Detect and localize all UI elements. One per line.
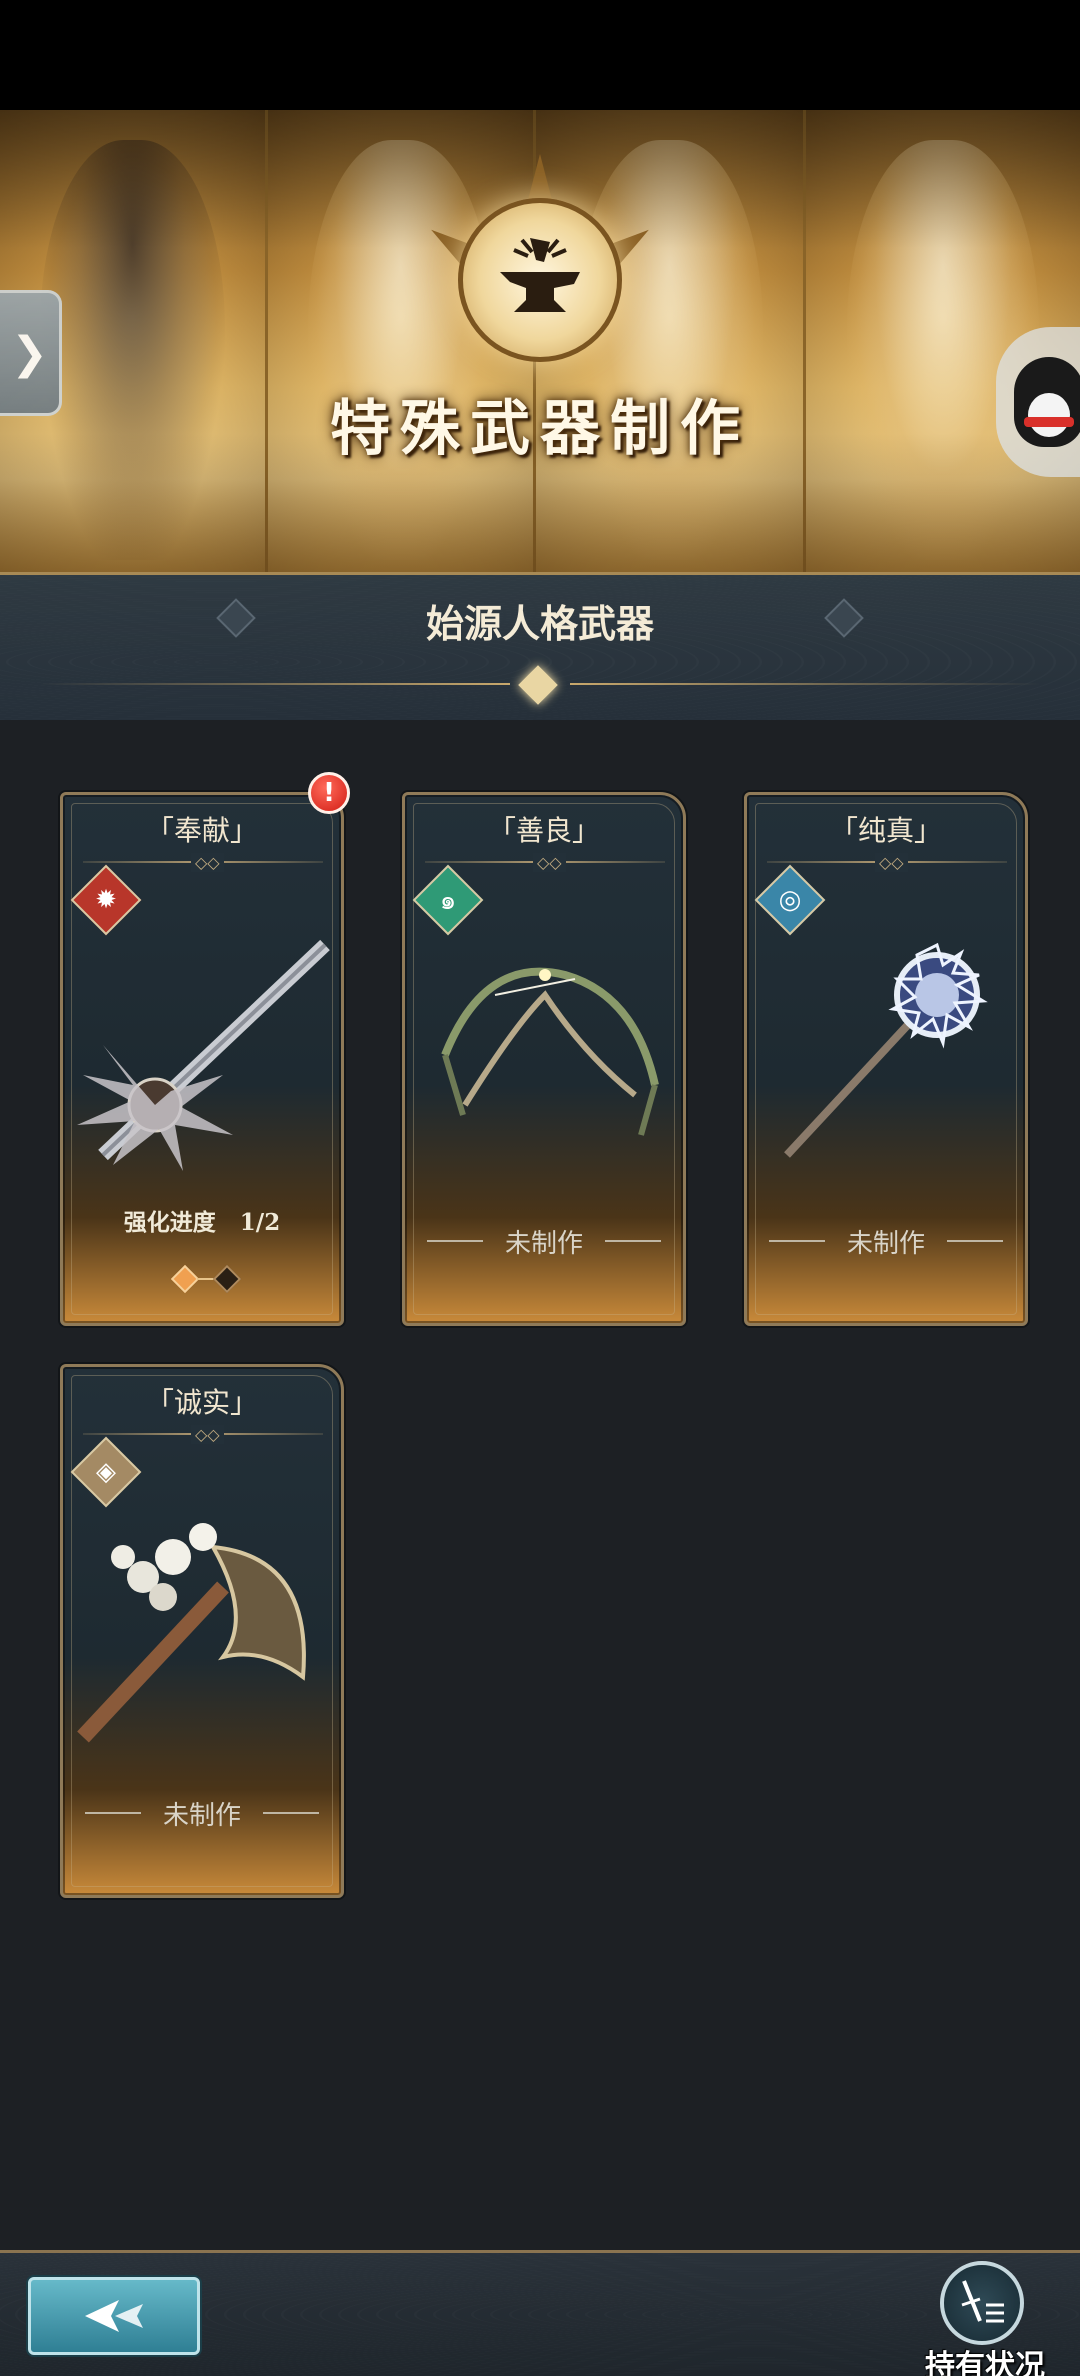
bottom-bar: 持有状况 — [0, 2250, 1080, 2376]
ornament-icon: ◇◇ — [533, 853, 566, 872]
section-header: 始源人格武器 — [0, 572, 1080, 720]
section-title: 始源人格武器 — [425, 601, 654, 646]
progress-pip-filled — [170, 1264, 200, 1294]
sword-weapon-image — [77, 939, 330, 1171]
chevron-right-icon: ❯ — [11, 327, 48, 379]
weapon-grid: 「奉献」 ◇◇ ✹ 强化进度 1/2 ! 「善良」 ◇◇ ๑ 未制作 「纯真」 … — [0, 720, 1080, 2250]
back-arrow-icon — [85, 2300, 143, 2332]
craft-status: 未制作 — [63, 1795, 341, 1832]
banner: ❯ 特殊武器制作 — [0, 110, 1080, 572]
weapon-name: 「诚实」 — [145, 1386, 258, 1419]
ornament-icon: ◇◇ — [875, 853, 908, 872]
progress-pip-empty — [212, 1264, 242, 1294]
enhance-progress: 强化进度 1/2 — [63, 1203, 341, 1237]
floating-assistant-button[interactable] — [996, 327, 1080, 477]
craft-status: 未制作 — [747, 1223, 1025, 1260]
sword-list-icon — [940, 2261, 1024, 2345]
ornament-icon: ◇◇ — [191, 1425, 224, 1444]
weapon-name: 「奉献」 — [145, 814, 258, 847]
back-button[interactable] — [28, 2277, 200, 2355]
enhance-progress-label: 强化进度 — [123, 1209, 216, 1236]
possession-status-button[interactable]: 持有状况 — [910, 2261, 1060, 2376]
status-bar — [0, 0, 1080, 110]
bow-weapon-image — [441, 967, 659, 1136]
possession-status-label: 持有状况 — [925, 2349, 1045, 2376]
page-title: 特殊武器制作 — [330, 394, 750, 464]
enhance-pips — [170, 1264, 251, 1295]
staff-weapon-image — [784, 942, 988, 1158]
craft-status: 未制作 — [405, 1223, 683, 1260]
axe-weapon-image — [77, 1523, 306, 1743]
anvil-icon — [500, 238, 580, 312]
enhance-progress-value: 1/2 — [239, 1209, 281, 1236]
weapon-card-chengshi[interactable]: 「诚实」 ◇◇ ◈ 未制作 — [60, 1364, 344, 1898]
ornament-icon: ◇◇ — [191, 853, 224, 872]
weapon-card-fengxian[interactable]: 「奉献」 ◇◇ ✹ 强化进度 1/2 — [60, 792, 344, 1326]
weapon-name: 「善良」 — [487, 814, 600, 847]
alert-badge: ! — [308, 772, 350, 814]
weapon-card-chunzhen[interactable]: 「纯真」 ◇◇ ◎ 未制作 — [744, 792, 1028, 1326]
penguin-icon — [1014, 357, 1080, 447]
weapon-name: 「纯真」 — [829, 814, 942, 847]
weapon-card-shanliang[interactable]: 「善良」 ◇◇ ๑ 未制作 — [402, 792, 686, 1326]
forge-emblem — [420, 154, 660, 400]
